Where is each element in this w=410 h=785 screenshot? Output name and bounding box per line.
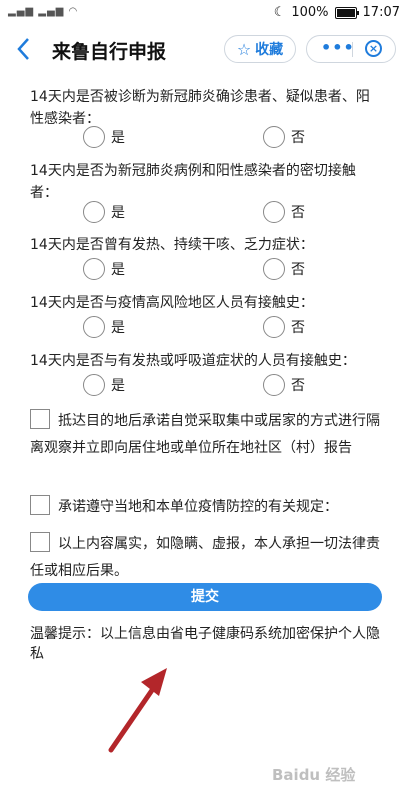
- option-label: 否: [291, 378, 305, 394]
- radio-icon[interactable]: [83, 126, 105, 148]
- battery-icon: [334, 6, 359, 19]
- q4-no-option[interactable]: 否: [263, 316, 305, 338]
- option-label: 是: [111, 320, 125, 336]
- battery-percent: 100%: [291, 5, 329, 20]
- q3-yes-option[interactable]: 是: [83, 258, 125, 280]
- question-1: 14天内是否被诊断为新冠肺炎确诊患者、疑似患者、阳性感染者：: [30, 89, 370, 127]
- radio-icon[interactable]: [83, 201, 105, 223]
- privacy-tip: 温馨提示：以上信息由省电子健康码系统加密保护个人隐私: [30, 626, 380, 662]
- nav-bar: 来鲁自行申报 ☆ 收藏 ••• ×: [0, 26, 410, 74]
- option-label: 是: [111, 205, 125, 221]
- question-2: 14天内是否为新冠肺炎病例和阳性感染者的密切接触者：: [30, 163, 356, 201]
- checkbox[interactable]: [30, 409, 50, 429]
- pledge-2[interactable]: 承诺遵守当地和本单位疫情防控的有关规定：: [30, 494, 385, 521]
- radio-icon[interactable]: [263, 316, 285, 338]
- capsule-divider: [352, 42, 353, 57]
- question-3: 14天内是否曾有发热、持续干咳、乏力症状：: [30, 237, 314, 253]
- favorite-button[interactable]: ☆ 收藏: [224, 35, 296, 63]
- checkbox[interactable]: [30, 495, 50, 515]
- q3-no-option[interactable]: 否: [263, 258, 305, 280]
- q4-yes-option[interactable]: 是: [83, 316, 125, 338]
- checkbox[interactable]: [30, 532, 50, 552]
- option-label: 否: [291, 320, 305, 336]
- more-icon[interactable]: •••: [321, 38, 355, 57]
- radio-icon[interactable]: [83, 258, 105, 280]
- form-content: 14天内是否被诊断为新冠肺炎确诊患者、疑似患者、阳性感染者： 是 否 14天内是…: [0, 74, 410, 784]
- q5-yes-option[interactable]: 是: [83, 374, 125, 396]
- moon-icon: ☾: [273, 5, 286, 20]
- pledge-text: 抵达目的地后承诺自觉采取集中或居家的方式进行隔离观察并立即向居住地或单位所在地社…: [30, 413, 380, 456]
- close-icon[interactable]: ×: [365, 40, 382, 57]
- status-right: ☾ 100% 17:07: [274, 5, 400, 20]
- pledge-1[interactable]: 抵达目的地后承诺自觉采取集中或居家的方式进行隔离观察并立即向居住地或单位所在地社…: [30, 408, 385, 462]
- option-label: 是: [111, 130, 125, 146]
- annotation-arrow-icon: [108, 668, 167, 753]
- capsule-menu: ••• ×: [306, 35, 396, 63]
- page-title: 来鲁自行申报: [52, 41, 167, 63]
- radio-icon[interactable]: [83, 374, 105, 396]
- option-label: 是: [111, 378, 125, 394]
- radio-icon[interactable]: [263, 374, 285, 396]
- q1-yes-option[interactable]: 是: [83, 126, 125, 148]
- pledge-text: 以上内容属实，如隐瞒、虚报，本人承担一切法律责任或相应后果。: [30, 536, 380, 579]
- favorite-label: 收藏: [255, 42, 284, 58]
- watermark: Baidu 经验: [272, 766, 356, 784]
- radio-icon[interactable]: [83, 316, 105, 338]
- option-label: 是: [111, 262, 125, 278]
- clock: 17:07: [362, 5, 400, 20]
- question-4: 14天内是否与疫情高风险地区人员有接触史：: [30, 295, 314, 311]
- signal-wifi-icons: ▂▄▆ ▂▄▆ ◠: [8, 6, 79, 17]
- q5-no-option[interactable]: 否: [263, 374, 305, 396]
- pledge-3[interactable]: 以上内容属实，如隐瞒、虚报，本人承担一切法律责任或相应后果。: [30, 531, 385, 585]
- q1-no-option[interactable]: 否: [263, 126, 305, 148]
- radio-icon[interactable]: [263, 201, 285, 223]
- q2-no-option[interactable]: 否: [263, 201, 305, 223]
- back-icon[interactable]: [14, 36, 38, 64]
- status-bar: ▂▄▆ ▂▄▆ ◠ ☾ 100% 17:07: [0, 0, 410, 26]
- radio-icon[interactable]: [263, 258, 285, 280]
- star-icon: ☆: [236, 39, 252, 59]
- question-5: 14天内是否与有发热或呼吸道症状的人员有接触史：: [30, 353, 356, 369]
- option-label: 否: [291, 130, 305, 146]
- option-label: 否: [291, 205, 305, 221]
- q2-yes-option[interactable]: 是: [83, 201, 125, 223]
- radio-icon[interactable]: [263, 126, 285, 148]
- option-label: 否: [291, 262, 305, 278]
- submit-button[interactable]: 提交: [28, 583, 382, 611]
- pledge-text: 承诺遵守当地和本单位疫情防控的有关规定：: [58, 499, 338, 515]
